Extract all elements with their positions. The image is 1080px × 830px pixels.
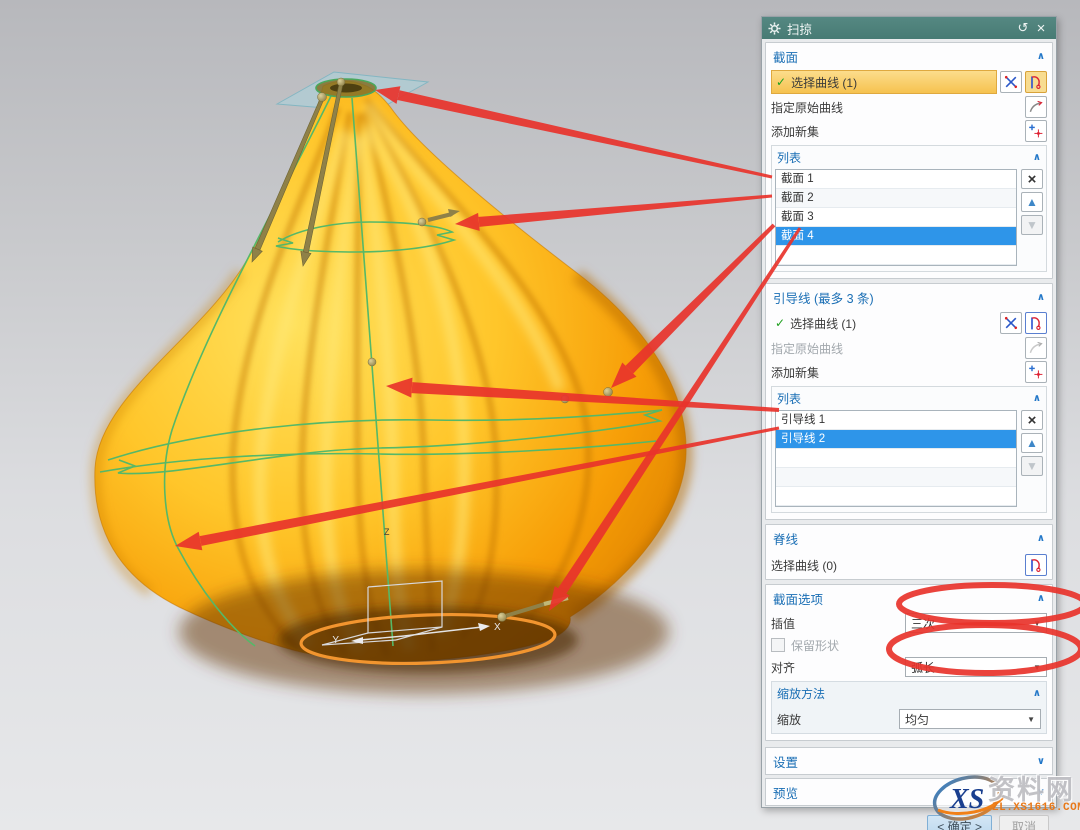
group-guides: 引导线 (最多 3 条) ∧ ✓ 选择曲线 (1) xyxy=(765,283,1053,520)
chevron-up-icon[interactable]: ∧ xyxy=(1033,152,1041,163)
axis-z-label: Z xyxy=(384,527,390,537)
sweep-dialog: 扫掠 ↺ × 截面 ∧ ✓ 选择曲线 (1) xyxy=(761,16,1057,808)
move-up-button[interactable]: ▲ xyxy=(1021,192,1043,212)
group-section-options: 截面选项 ∧ 插值 三次 ▼ 保留形状 对齐 弧长 ▼ xyxy=(765,584,1053,741)
deselect-icon-button[interactable] xyxy=(1000,71,1022,93)
delete-item-button[interactable]: × xyxy=(1021,169,1043,189)
guides-add-new-set[interactable]: 添加新集 xyxy=(766,360,1052,384)
curve-rule-icon xyxy=(1028,315,1044,331)
list-item[interactable]: 截面 3 xyxy=(776,208,1016,227)
move-down-button[interactable]: ▼ xyxy=(1021,215,1043,235)
guides-header[interactable]: 引导线 (最多 3 条) ∧ xyxy=(766,284,1052,310)
chevron-up-icon[interactable]: ∧ xyxy=(1037,51,1045,62)
spine-select-curve[interactable]: 选择曲线 (0) xyxy=(766,551,1052,579)
list-item[interactable]: 截面 2 xyxy=(776,189,1016,208)
list-item[interactable]: 引导线 1 xyxy=(776,411,1016,430)
svg-text:XS: XS xyxy=(949,784,984,815)
add-new-set-button[interactable] xyxy=(1025,361,1047,383)
reset-button[interactable]: ↺ xyxy=(1014,20,1032,36)
section-specify-original[interactable]: 指定原始曲线 xyxy=(766,95,1052,119)
chevron-up-icon[interactable]: ∧ xyxy=(1033,393,1041,404)
move-down-button[interactable]: ▼ xyxy=(1021,456,1043,476)
list-item-selected[interactable]: 截面 4 xyxy=(776,227,1016,246)
scaling-method-header[interactable]: 缩放方法 ∧ xyxy=(772,682,1046,705)
dropdown-arrow-icon: ▼ xyxy=(1027,715,1035,724)
list-item-empty[interactable] xyxy=(776,468,1016,487)
watermark-url: ZL.XS1616.COM xyxy=(992,802,1080,814)
guides-specify-original[interactable]: 指定原始曲线 xyxy=(766,336,1052,360)
delete-item-button[interactable]: × xyxy=(1021,410,1043,430)
deselect-icon-button[interactable] xyxy=(1000,312,1022,334)
group-section: 截面 ∧ ✓ 选择曲线 (1) xyxy=(765,42,1053,279)
section-list: 截面 1 截面 2 截面 3 截面 4 xyxy=(775,169,1017,266)
list-item-empty[interactable] xyxy=(776,246,1016,265)
list-item-selected[interactable]: 引导线 2 xyxy=(776,430,1016,449)
move-up-button[interactable]: ▲ xyxy=(1021,433,1043,453)
curve-rule-button[interactable] xyxy=(1025,554,1047,576)
preserve-shape-row: 保留形状 xyxy=(766,635,1052,655)
origin-curve-icon xyxy=(1028,340,1044,356)
preserve-shape-checkbox[interactable] xyxy=(771,638,785,652)
scale-row: 缩放 均匀 ▼ xyxy=(772,705,1046,733)
list-item-empty[interactable] xyxy=(776,449,1016,468)
watermark-logo-text: XS xyxy=(949,784,984,815)
section-list-box: 列表 ∧ 截面 1 截面 2 截面 3 截面 4 × ▲ ▼ xyxy=(771,145,1047,272)
scaling-method-box: 缩放方法 ∧ 缩放 均匀 ▼ xyxy=(771,681,1047,734)
origin-curve-icon xyxy=(1028,99,1044,115)
dialog-title: 扫掠 xyxy=(787,19,1014,38)
axis-y-label: Y xyxy=(332,635,339,646)
guides-list-box: 列表 ∧ 引导线 1 引导线 2 × ▲ ▼ xyxy=(771,386,1047,513)
list-item-empty[interactable] xyxy=(776,487,1016,506)
scale-dropdown[interactable]: 均匀 ▼ xyxy=(899,709,1041,729)
chevron-up-icon[interactable]: ∧ xyxy=(1037,593,1045,604)
watermark: XS 资料网 ZL.XS1616.COM xyxy=(930,766,1080,828)
section-list-header[interactable]: 列表 ∧ xyxy=(772,146,1046,169)
add-new-set-button[interactable] xyxy=(1025,120,1047,142)
alignment-dropdown[interactable]: 弧长 ▼ xyxy=(905,657,1047,677)
spine-header[interactable]: 脊线 ∧ xyxy=(766,525,1052,551)
axis-x-label: X xyxy=(494,622,501,633)
guides-list: 引导线 1 引导线 2 xyxy=(775,410,1017,507)
list-item[interactable]: 截面 1 xyxy=(776,170,1016,189)
dropdown-arrow-icon: ▼ xyxy=(1033,663,1041,672)
alignment-row: 对齐 弧长 ▼ xyxy=(766,655,1052,679)
dropdown-arrow-icon: ▼ xyxy=(1033,619,1041,628)
add-set-icon xyxy=(1028,123,1044,139)
group-spine: 脊线 ∧ 选择曲线 (0) xyxy=(765,524,1053,580)
section-add-new-set[interactable]: 添加新集 xyxy=(766,119,1052,143)
top-opening xyxy=(330,84,362,93)
check-icon: ✓ xyxy=(776,75,786,89)
guides-select-curve[interactable]: ✓ 选择曲线 (1) xyxy=(771,311,997,335)
curve-rule-button-active[interactable] xyxy=(1025,71,1047,93)
cross-arrows-icon xyxy=(1003,74,1019,90)
interpolation-dropdown[interactable]: 三次 ▼ xyxy=(905,613,1047,633)
add-set-icon xyxy=(1028,364,1044,380)
origin-curve-button[interactable] xyxy=(1025,96,1047,118)
check-icon: ✓ xyxy=(775,316,785,330)
section-select-curve[interactable]: ✓ 选择曲线 (1) xyxy=(771,70,997,94)
chevron-up-icon[interactable]: ∧ xyxy=(1033,688,1041,699)
curve-rule-button[interactable] xyxy=(1025,312,1047,334)
cross-arrows-icon xyxy=(1003,315,1019,331)
nx-application-window: X Y Z 扫掠 ↺ xyxy=(0,0,1080,830)
interpolation-row: 插值 三次 ▼ xyxy=(766,611,1052,635)
gear-icon xyxy=(768,22,781,35)
section-header[interactable]: 截面 ∧ xyxy=(766,43,1052,69)
curve-rule-icon xyxy=(1028,74,1044,90)
curve-rule-icon xyxy=(1028,557,1044,573)
section-options-header[interactable]: 截面选项 ∧ xyxy=(766,585,1052,611)
chevron-up-icon[interactable]: ∧ xyxy=(1037,533,1045,544)
chevron-up-icon[interactable]: ∧ xyxy=(1037,292,1045,303)
dialog-titlebar[interactable]: 扫掠 ↺ × xyxy=(762,17,1056,39)
close-button[interactable]: × xyxy=(1032,20,1050,37)
origin-curve-button-disabled xyxy=(1025,337,1047,359)
guides-list-header[interactable]: 列表 ∧ xyxy=(772,387,1046,410)
